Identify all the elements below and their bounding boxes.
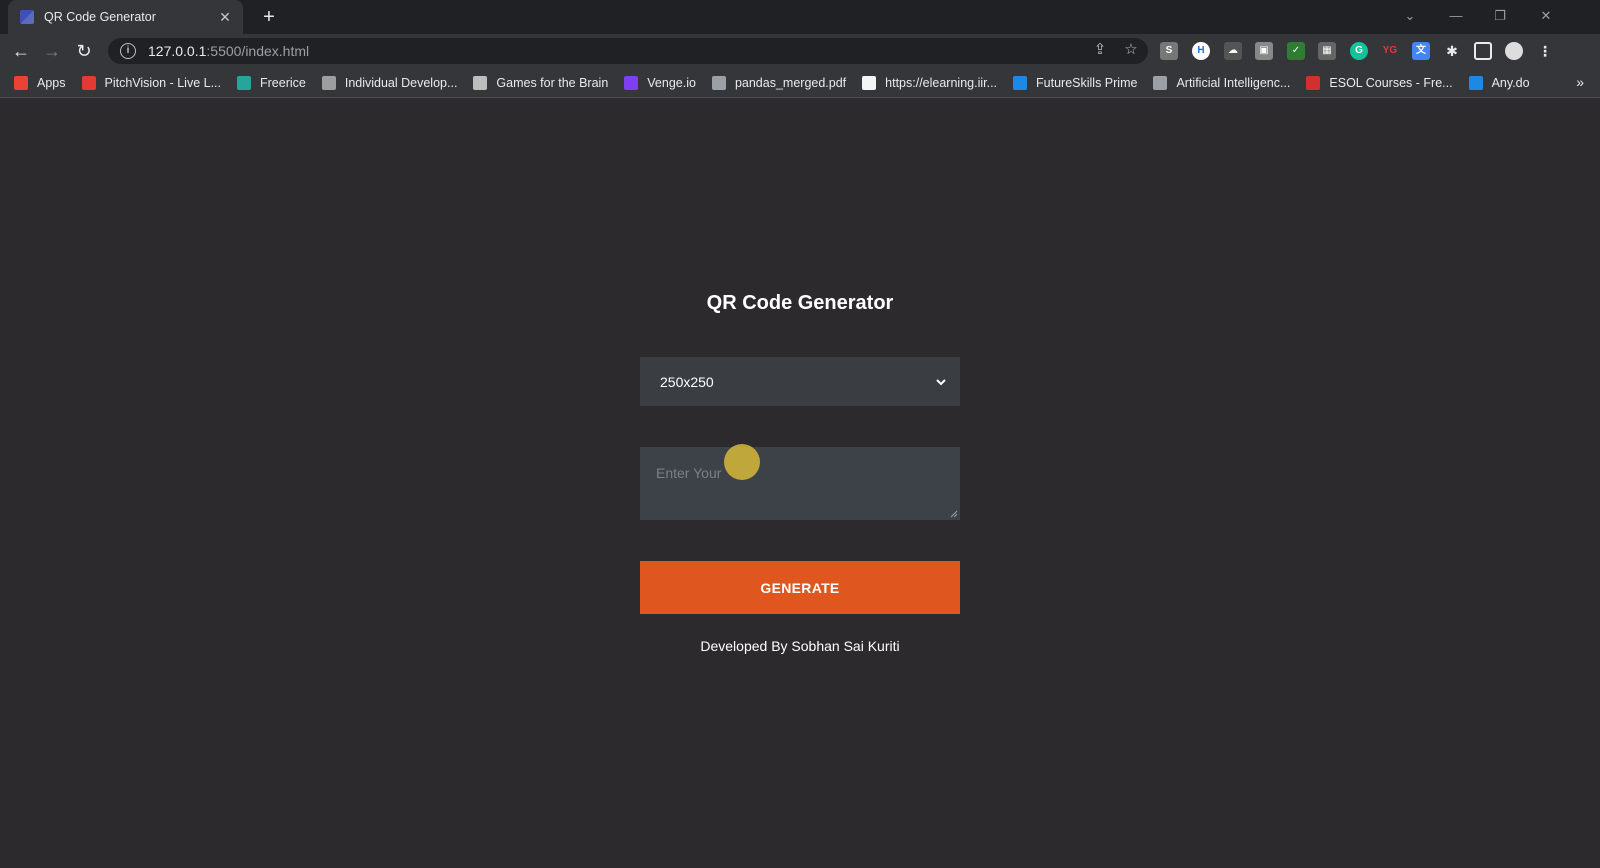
bookmark-favicon-icon [321, 75, 336, 90]
tab-search-chevron-icon[interactable]: ⌄ [1390, 4, 1430, 28]
generate-button[interactable]: GENERATE [640, 561, 960, 614]
extension-image-icon[interactable]: ▣ [1255, 42, 1273, 60]
tab-title: QR Code Generator [44, 10, 156, 24]
bookmark-favicon-icon [624, 75, 639, 90]
site-info-icon[interactable]: i [120, 43, 136, 59]
bookmarks-overflow-icon[interactable]: » [1576, 74, 1584, 90]
page-content: QR Code Generator 250x250 Enter Your GEN… [0, 99, 1600, 868]
window-close-icon[interactable]: ✕ [1526, 4, 1566, 28]
bookmark-item[interactable]: Apps [14, 75, 66, 90]
bookmark-label: Artificial Intelligenc... [1176, 75, 1291, 90]
menu-kebab-icon[interactable]: ⋮ [1536, 42, 1554, 60]
bookmark-star-icon[interactable]: ☆ [1120, 39, 1142, 61]
chevron-down-icon [936, 378, 946, 385]
developer-credit: Developed By Sobhan Sai Kuriti [700, 638, 900, 654]
tab-favicon-icon [20, 10, 34, 24]
bookmark-favicon-icon [1468, 75, 1483, 90]
bookmark-label: Apps [37, 75, 66, 90]
bookmark-item[interactable]: https://elearning.iir... [862, 75, 998, 90]
bookmark-favicon-icon [473, 75, 488, 90]
extension-shield-icon[interactable]: ✓ [1287, 42, 1305, 60]
bookmark-favicon-icon [237, 75, 251, 90]
extension-s-icon[interactable]: S [1160, 42, 1178, 60]
bookmark-favicon-icon [1013, 75, 1028, 90]
translate-icon[interactable]: 文 [1412, 42, 1430, 60]
forward-icon[interactable]: → [40, 39, 64, 63]
tab-qr-code-generator[interactable]: QR Code Generator ✕ [8, 0, 243, 34]
bookmark-favicon-icon [711, 75, 726, 90]
bookmark-item[interactable]: Freerice [237, 75, 306, 90]
bookmark-favicon-icon [81, 75, 96, 90]
bookmark-label: PitchVision - Live L... [104, 75, 222, 90]
side-panel-icon[interactable] [1474, 42, 1492, 60]
bookmark-favicon-icon [862, 75, 877, 90]
url-path: :5500/index.html [206, 43, 310, 59]
browser-toolbar: ← → ↻ i 127.0.0.1:5500/index.html ⇪ ☆ S … [0, 34, 1600, 68]
back-icon[interactable]: ← [9, 39, 33, 63]
grammarly-icon[interactable]: G [1350, 42, 1368, 60]
reload-icon[interactable]: ↻ [72, 39, 96, 63]
extension-h-icon[interactable]: H [1192, 42, 1210, 60]
bookmark-item[interactable]: FutureSkills Prime [1013, 75, 1138, 90]
bookmark-label: FutureSkills Prime [1036, 75, 1138, 90]
share-icon[interactable]: ⇪ [1089, 39, 1111, 61]
bookmark-item[interactable]: Any.do [1468, 75, 1530, 90]
bookmark-item[interactable]: Games for the Brain [473, 75, 609, 90]
bookmark-label: Any.do [1491, 75, 1530, 90]
bookmark-favicon-icon [1153, 75, 1168, 90]
bookmark-label: pandas_merged.pdf [734, 75, 847, 90]
bookmark-favicon-icon [14, 75, 28, 90]
extension-yg-icon[interactable]: YG [1381, 42, 1399, 60]
bookmark-favicon-icon [1306, 75, 1321, 90]
bookmark-label: Freerice [260, 75, 306, 90]
mouse-cursor-highlight [724, 444, 760, 480]
restore-icon[interactable]: ❐ [1480, 4, 1520, 28]
bookmark-item[interactable]: Venge.io [624, 75, 696, 90]
profile-avatar-icon[interactable] [1505, 42, 1523, 60]
bookmark-item[interactable]: Artificial Intelligenc... [1153, 75, 1291, 90]
extension-grid-icon[interactable]: ▦ [1318, 42, 1336, 60]
bookmark-item[interactable]: Individual Develop... [321, 75, 458, 90]
page-title: QR Code Generator [706, 292, 894, 314]
bookmarks-bar: Apps PitchVision - Live L... Freerice Indiv… [0, 68, 1600, 98]
bookmark-label: Venge.io [647, 75, 696, 90]
bookmark-label: ESOL Courses - Fre... [1329, 75, 1453, 90]
bookmark-item[interactable]: pandas_merged.pdf [711, 75, 847, 90]
bookmark-label: Individual Develop... [344, 75, 458, 90]
extension-cloud-icon[interactable]: ☁ [1224, 42, 1242, 60]
url-host: 127.0.0.1 [148, 43, 207, 59]
bookmark-label: Games for the Brain [496, 75, 609, 90]
qr-text-placeholder: Enter Your [656, 465, 722, 481]
new-tab-button[interactable]: + [258, 6, 280, 28]
qr-text-input[interactable]: Enter Your [640, 447, 960, 520]
size-select-value: 250x250 [660, 373, 714, 390]
minimize-icon[interactable]: — [1436, 4, 1476, 28]
bookmark-item[interactable]: ESOL Courses - Fre... [1306, 75, 1453, 90]
extensions-puzzle-icon[interactable]: ✱ [1443, 42, 1461, 60]
address-bar[interactable]: i 127.0.0.1:5500/index.html [108, 38, 1148, 64]
resize-grip-icon[interactable] [950, 510, 958, 518]
tab-strip: QR Code Generator ✕ + ⌄ — ❐ ✕ [0, 0, 1600, 34]
size-select[interactable]: 250x250 [640, 357, 960, 406]
bookmark-item[interactable]: PitchVision - Live L... [81, 75, 222, 90]
tab-close-icon[interactable]: ✕ [217, 9, 233, 25]
bookmark-label: https://elearning.iir... [885, 75, 998, 90]
